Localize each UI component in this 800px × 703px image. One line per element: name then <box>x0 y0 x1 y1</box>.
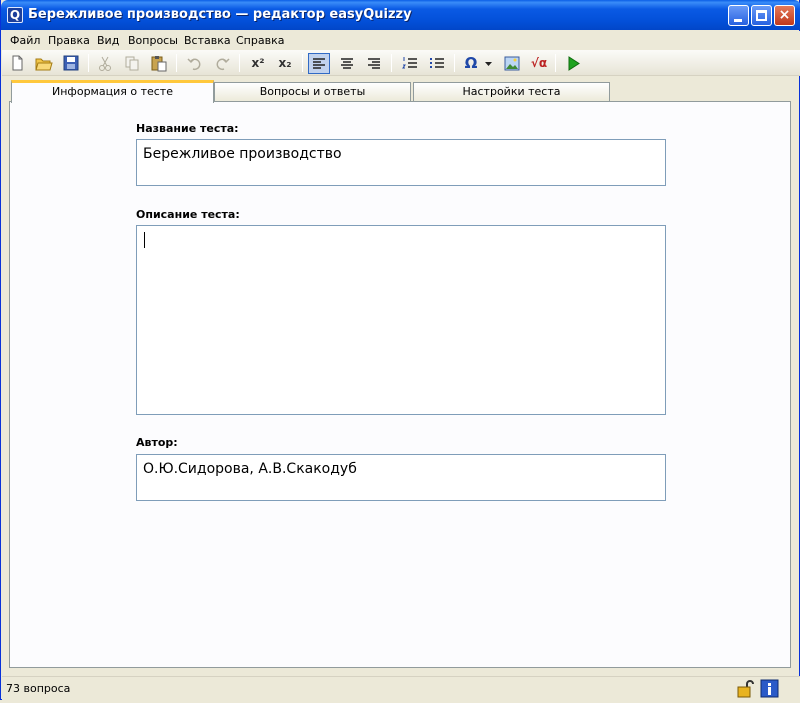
copy-icon[interactable] <box>121 53 143 74</box>
menu-edit[interactable]: Правка <box>48 34 90 47</box>
author-value: О.Ю.Сидорова, А.В.Скакодуб <box>143 461 357 477</box>
superscript-icon[interactable]: x² <box>247 53 269 74</box>
menu-view[interactable]: Вид <box>97 34 119 47</box>
special-char-icon[interactable]: Ω <box>460 53 482 74</box>
minimize-button[interactable] <box>728 5 749 26</box>
align-center-icon[interactable] <box>336 53 358 74</box>
app-icon[interactable]: Q <box>7 7 23 23</box>
test-description-label: Описание теста: <box>136 208 240 221</box>
tab-panel-test-info: Название теста: Бережливое производство … <box>9 101 791 668</box>
toolbar-separator <box>176 54 177 72</box>
question-count: 73 вопроса <box>6 682 71 695</box>
toolbar: x² x₂ Ω √α <box>2 50 800 76</box>
tab-questions-answers[interactable]: Вопросы и ответы <box>214 82 411 102</box>
text-caret <box>144 232 145 248</box>
minimize-icon <box>734 19 742 22</box>
toolbar-separator <box>239 54 240 72</box>
new-document-icon[interactable] <box>6 53 28 74</box>
menu-insert[interactable]: Вставка <box>184 34 231 47</box>
insert-image-icon[interactable] <box>501 53 523 74</box>
title-bar[interactable]: Q Бережливое производство — редактор eas… <box>1 0 800 30</box>
menu-file[interactable]: Файл <box>10 34 40 47</box>
menu-help[interactable]: Справка <box>236 34 284 47</box>
app-window: Q Бережливое производство — редактор eas… <box>0 0 800 700</box>
menu-bar: Файл Правка Вид Вопросы Вставка Справка <box>2 31 800 50</box>
test-title-value: Бережливое производство <box>143 146 342 162</box>
close-icon: × <box>778 7 791 23</box>
align-right-icon[interactable] <box>363 53 385 74</box>
paste-icon[interactable] <box>148 53 170 74</box>
author-field[interactable]: О.Ю.Сидорова, А.В.Скакодуб <box>136 454 666 501</box>
close-button[interactable]: × <box>774 5 795 26</box>
info-icon[interactable] <box>760 679 780 699</box>
window-title: Бережливое производство — редактор easyQ… <box>28 7 412 22</box>
numbered-list-icon[interactable] <box>399 53 421 74</box>
toolbar-separator <box>454 54 455 72</box>
save-icon[interactable] <box>60 53 82 74</box>
toolbar-separator <box>88 54 89 72</box>
toolbar-separator <box>302 54 303 72</box>
menu-questions[interactable]: Вопросы <box>128 34 178 47</box>
align-left-icon[interactable] <box>308 53 330 74</box>
open-folder-icon[interactable] <box>33 53 55 74</box>
test-description-field[interactable] <box>136 225 666 415</box>
unlocked-icon[interactable] <box>736 679 756 699</box>
cut-icon[interactable] <box>94 53 116 74</box>
author-label: Автор: <box>136 436 178 449</box>
run-test-icon[interactable] <box>562 53 584 74</box>
toolbar-separator <box>391 54 392 72</box>
bullet-list-icon[interactable] <box>426 53 448 74</box>
redo-icon[interactable] <box>211 53 233 74</box>
tab-test-settings[interactable]: Настройки теста <box>413 82 610 102</box>
test-title-label: Название теста: <box>136 122 239 135</box>
tab-test-info[interactable]: Информация о тесте <box>11 80 214 103</box>
status-bar: 73 вопроса <box>2 676 800 700</box>
insert-formula-icon[interactable]: √α <box>528 53 550 74</box>
test-title-field[interactable]: Бережливое производство <box>136 139 666 186</box>
dropdown-icon[interactable] <box>482 53 496 74</box>
undo-icon[interactable] <box>184 53 206 74</box>
maximize-button[interactable] <box>751 5 772 26</box>
toolbar-separator <box>555 54 556 72</box>
maximize-icon <box>756 10 767 21</box>
subscript-icon[interactable]: x₂ <box>274 53 296 74</box>
